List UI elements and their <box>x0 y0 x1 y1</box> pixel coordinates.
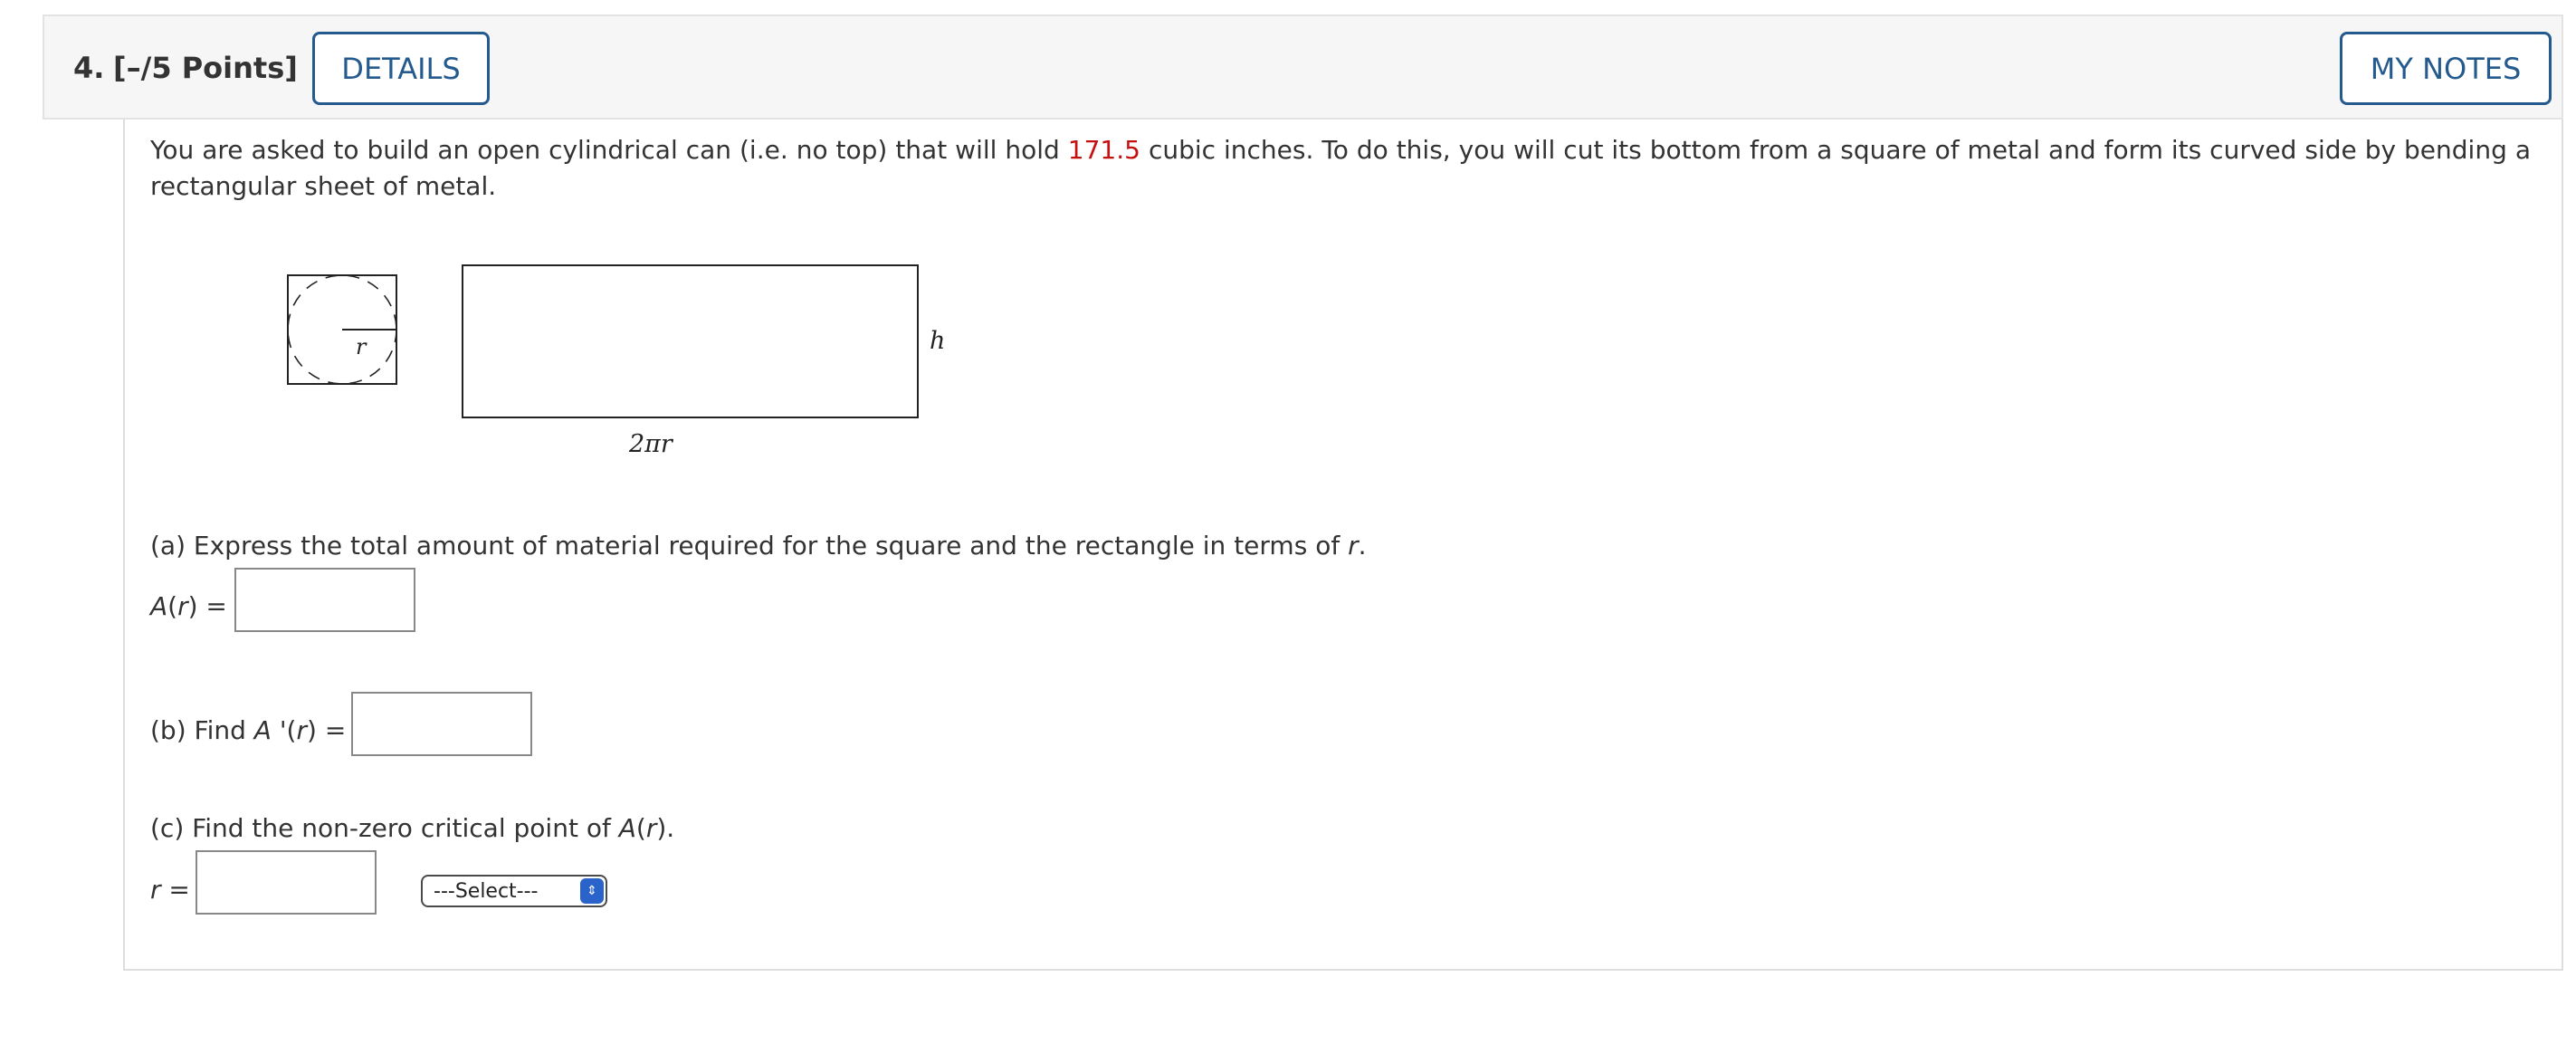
question-number: 4. <box>73 51 105 85</box>
part-b-answer-input[interactable] <box>351 692 532 756</box>
radius-label: r <box>356 334 367 359</box>
units-select[interactable]: ---Select--- ⇕ <box>421 875 607 907</box>
height-label: h <box>930 327 945 355</box>
width-label: 2πr <box>628 430 674 458</box>
select-value: ---Select--- <box>434 879 539 903</box>
question-points: [–/5 Points] <box>113 51 298 85</box>
part-a-answer-input[interactable] <box>234 568 415 632</box>
part-b-label: (b) Find A '(r) = <box>150 715 347 745</box>
question-header: 4. [–/5 Points] DETAILS MY NOTES <box>43 14 2563 120</box>
part-a-prompt: (a) Express the total amount of material… <box>150 531 1367 561</box>
problem-statement: You are asked to build an open cylindric… <box>150 132 2531 205</box>
updown-arrows-icon: ⇕ <box>580 878 604 904</box>
part-c-prompt: (c) Find the non-zero critical point of … <box>150 813 675 843</box>
volume-value: 171.5 <box>1067 135 1140 165</box>
my-notes-button[interactable]: MY NOTES <box>2340 32 2552 105</box>
part-a-label: A(r) = <box>150 591 227 621</box>
can-diagram: r h 2πr <box>287 264 945 458</box>
part-c-answer-input[interactable] <box>196 850 377 915</box>
details-button[interactable]: DETAILS <box>312 32 490 105</box>
rectangular-sheet <box>462 264 919 418</box>
intro-text-before: You are asked to build an open cylindric… <box>150 135 1068 165</box>
part-c-label: r = <box>150 875 190 905</box>
